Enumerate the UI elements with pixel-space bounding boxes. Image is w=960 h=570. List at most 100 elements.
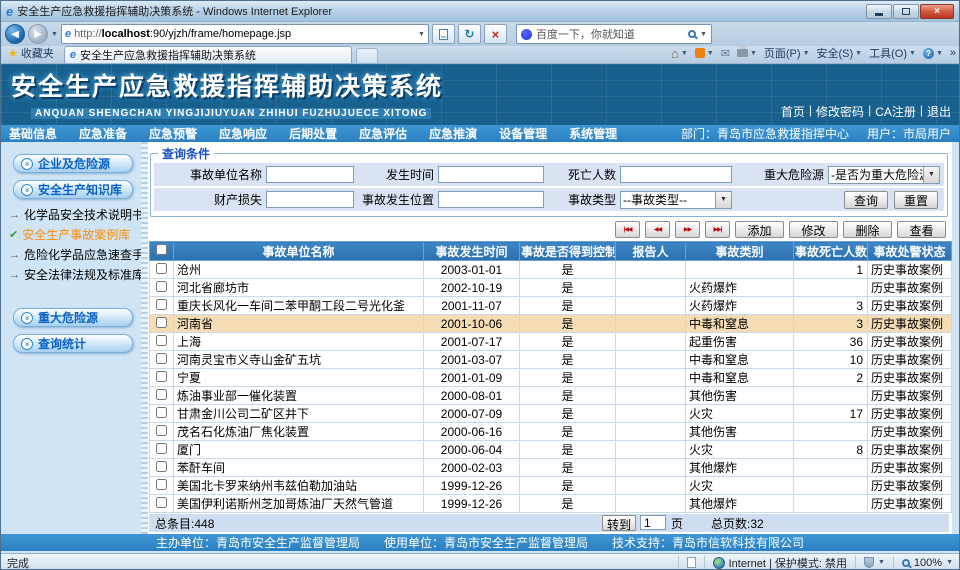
- close-button[interactable]: ×: [920, 4, 954, 19]
- feeds-button[interactable]: ▼: [695, 48, 714, 58]
- url-dropdown-icon[interactable]: ▼: [418, 31, 425, 38]
- table-row[interactable]: 宁夏2001-01-09是中毒和窒息2历史事故案例: [150, 369, 952, 387]
- sidebar-item[interactable]: →危险化学品应急速查手...: [9, 246, 141, 263]
- query-select[interactable]: -是否为重大危险源-▼: [828, 166, 940, 184]
- action-button-1[interactable]: 修改: [789, 221, 838, 238]
- query-input[interactable]: [266, 166, 354, 183]
- row-checkbox[interactable]: [156, 263, 167, 274]
- query-input[interactable]: [438, 191, 544, 208]
- query-input[interactable]: [438, 166, 544, 183]
- header-link-2[interactable]: CA注册: [875, 103, 916, 120]
- help-menu[interactable]: ?▼: [923, 48, 943, 59]
- action-button-2[interactable]: 删除: [843, 221, 892, 238]
- refresh-button[interactable]: ↻: [458, 24, 481, 44]
- table-row[interactable]: 美国北卡罗来纳州韦兹伯勒加油站1999-12-26是火灾历史事故案例: [150, 477, 952, 495]
- nav-menu-item-2[interactable]: 应急预警: [149, 125, 197, 142]
- table-row[interactable]: 上海2001-07-17是起重伤害36历史事故案例: [150, 333, 952, 351]
- query-input[interactable]: [620, 166, 732, 183]
- query-button-reset[interactable]: 重置: [894, 191, 938, 209]
- cell-name: 美国北卡罗来纳州韦兹伯勒加油站: [174, 477, 424, 495]
- sidebar-group-1[interactable]: »安全生产知识库: [13, 180, 133, 199]
- favorites-button[interactable]: ★ 收藏夹: [4, 45, 60, 63]
- read-mail-button[interactable]: ✉: [721, 47, 730, 60]
- search-box[interactable]: 百度一下，你就知道 ▼: [516, 24, 712, 44]
- nav-menu-item-4[interactable]: 后期处置: [289, 125, 337, 142]
- sidebar-item[interactable]: ✔安全生产事故案例库: [9, 226, 141, 243]
- row-checkbox[interactable]: [156, 317, 167, 328]
- safety-menu[interactable]: 安全(S)▼: [817, 45, 863, 61]
- header-link-0[interactable]: 首页: [781, 103, 805, 120]
- action-button-0[interactable]: 添加: [735, 221, 784, 238]
- table-row[interactable]: 沧州2003-01-01是1历史事故案例: [150, 261, 952, 279]
- row-checkbox[interactable]: [156, 389, 167, 400]
- sidebar-group-3[interactable]: »查询统计: [13, 334, 133, 353]
- table-row[interactable]: 甘肃金川公司二矿区井下2000-07-09是火灾17历史事故案例: [150, 405, 952, 423]
- row-checkbox[interactable]: [156, 461, 167, 472]
- row-checkbox[interactable]: [156, 281, 167, 292]
- nav-menu-item-5[interactable]: 应急评估: [359, 125, 407, 142]
- history-dropdown-icon[interactable]: ▼: [51, 31, 58, 38]
- action-button-3[interactable]: 查看: [897, 221, 946, 238]
- home-button[interactable]: ⌂▼: [671, 46, 688, 61]
- table-row[interactable]: 重庆长风化一车间二苯甲酮工段二号光化釜2001-11-07是火药爆炸3历史事故案…: [150, 297, 952, 315]
- table-row[interactable]: 河南灵宝市义寺山金矿五坑2001-03-07是中毒和窒息10历史事故案例: [150, 351, 952, 369]
- print-button[interactable]: ▼: [737, 49, 757, 57]
- sidebar-item[interactable]: →安全法律法规及标准库: [9, 266, 141, 283]
- table-row[interactable]: 炼油事业部一催化装置2000-08-01是其他伤害历史事故案例: [150, 387, 952, 405]
- sidebar-item[interactable]: →化学品安全技术说明书: [9, 206, 141, 223]
- sidebar-group-0[interactable]: »企业及危险源: [13, 154, 133, 173]
- nav-menu-item-1[interactable]: 应急准备: [79, 125, 127, 142]
- forward-button[interactable]: ▶: [28, 24, 48, 44]
- nav-menu-item-0[interactable]: 基础信息: [9, 125, 57, 142]
- row-checkbox[interactable]: [156, 407, 167, 418]
- search-dropdown-icon[interactable]: ▼: [700, 31, 707, 38]
- table-row[interactable]: 河北省廊坊市2002-10-19是火药爆炸历史事故案例: [150, 279, 952, 297]
- pager-first-button[interactable]: |◀◀: [615, 221, 640, 238]
- nav-menu-item-6[interactable]: 应急推演: [429, 125, 477, 142]
- page-menu[interactable]: 页面(P)▼: [764, 45, 810, 61]
- toolbar-overflow[interactable]: »: [950, 47, 956, 59]
- active-tab[interactable]: e 安全生产应急救援指挥辅助决策系统: [64, 46, 352, 63]
- header-link-1[interactable]: 修改密码: [816, 103, 864, 120]
- nav-menu-item-3[interactable]: 应急响应: [219, 125, 267, 142]
- new-tab-button[interactable]: [356, 48, 378, 63]
- pager-prev-button[interactable]: ◀◀: [645, 221, 670, 238]
- nav-menu-item-8[interactable]: 系统管理: [569, 125, 617, 142]
- search-icon[interactable]: [688, 30, 696, 38]
- select-all-checkbox[interactable]: [156, 244, 167, 255]
- query-button-search[interactable]: 查询: [844, 191, 888, 209]
- compatibility-view-button[interactable]: [432, 24, 455, 44]
- smartscreen-control[interactable]: ▼: [855, 556, 885, 570]
- tools-menu[interactable]: 工具(O)▼: [869, 45, 916, 61]
- pager-last-button[interactable]: ▶▶|: [705, 221, 730, 238]
- minimize-button[interactable]: [866, 4, 892, 19]
- row-checkbox[interactable]: [156, 479, 167, 490]
- nav-menu-item-7[interactable]: 设备管理: [499, 125, 547, 142]
- page-number-input[interactable]: [640, 515, 666, 530]
- row-checkbox[interactable]: [156, 353, 167, 364]
- table-row[interactable]: 美国伊利诺斯州芝加哥炼油厂天然气管道1999-12-26是其他爆炸历史事故案例: [150, 495, 952, 513]
- row-checkbox[interactable]: [156, 425, 167, 436]
- query-input[interactable]: [266, 191, 354, 208]
- stop-button[interactable]: ×: [484, 24, 507, 44]
- table-row[interactable]: 茂名石化炼油厂焦化装置2000-06-16是其他伤害历史事故案例: [150, 423, 952, 441]
- sidebar-group-2[interactable]: »重大危险源: [13, 308, 133, 327]
- table-row[interactable]: 苯酐车间2000-02-03是其他爆炸历史事故案例: [150, 459, 952, 477]
- row-checkbox[interactable]: [156, 335, 167, 346]
- query-select[interactable]: --事故类型--▼: [620, 191, 732, 209]
- row-checkbox[interactable]: [156, 371, 167, 382]
- table-row[interactable]: 河南省2001-10-06是中毒和窒息3历史事故案例: [150, 315, 952, 333]
- cell-date: 2000-06-16: [424, 423, 520, 441]
- table-row[interactable]: 厦门2000-06-04是火灾8历史事故案例: [150, 441, 952, 459]
- row-checkbox[interactable]: [156, 299, 167, 310]
- header-link-3[interactable]: 退出: [927, 103, 951, 120]
- goto-page-button[interactable]: 转到: [602, 515, 636, 531]
- maximize-button[interactable]: [893, 4, 919, 19]
- row-checkbox[interactable]: [156, 443, 167, 454]
- row-checkbox[interactable]: [156, 497, 167, 508]
- row-select-cell: [150, 261, 174, 279]
- zoom-control[interactable]: 100% ▼: [893, 556, 953, 570]
- url-field[interactable]: e http://localhost:90/yjzh/frame/homepag…: [61, 24, 429, 44]
- back-button[interactable]: ◀: [5, 24, 25, 44]
- pager-next-button[interactable]: ▶▶: [675, 221, 700, 238]
